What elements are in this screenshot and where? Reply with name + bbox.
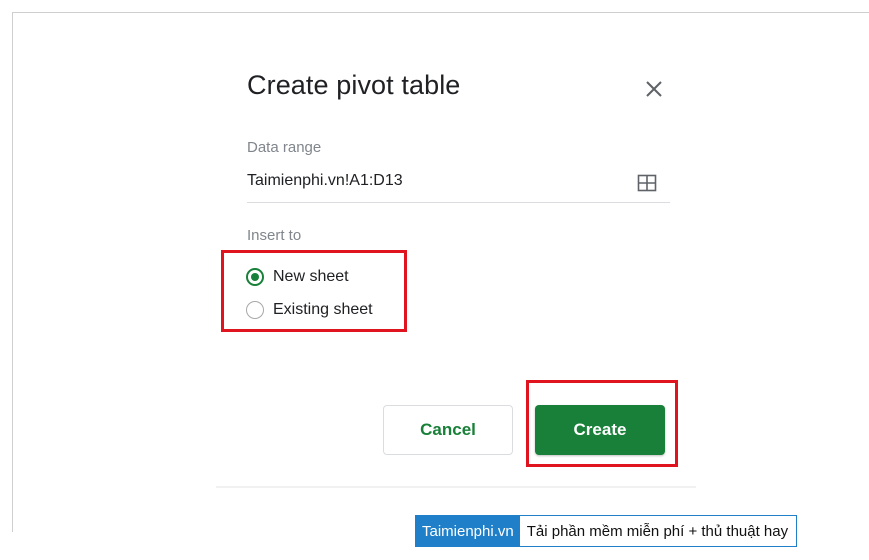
frame-border-left bbox=[12, 12, 13, 532]
insert-to-label: Insert to bbox=[247, 227, 302, 244]
data-range-underline bbox=[247, 202, 670, 203]
create-button[interactable]: Create bbox=[535, 405, 665, 455]
close-button[interactable] bbox=[640, 74, 668, 102]
cancel-button[interactable]: Cancel bbox=[383, 405, 513, 455]
grid-icon bbox=[637, 174, 657, 192]
radio-option-existing-sheet[interactable]: Existing sheet bbox=[246, 299, 373, 321]
watermark-banner: Taimienphi.vn Tải phần mềm miễn phí + th… bbox=[415, 515, 798, 547]
data-range-label: Data range bbox=[247, 139, 322, 156]
dialog-bottom-edge bbox=[216, 486, 696, 488]
radio-label-existing-sheet: Existing sheet bbox=[273, 301, 373, 318]
select-range-button[interactable] bbox=[637, 174, 657, 192]
radio-option-new-sheet[interactable]: New sheet bbox=[246, 266, 349, 288]
screenshot-canvas: Create pivot table Data range Taimienphi… bbox=[0, 0, 869, 560]
close-icon bbox=[646, 81, 662, 97]
radio-button-checked[interactable] bbox=[246, 268, 264, 286]
frame-border-top bbox=[12, 12, 869, 13]
radio-label-new-sheet: New sheet bbox=[273, 268, 349, 285]
watermark-brand: Taimienphi.vn bbox=[416, 516, 520, 546]
watermark-slogan: Tải phần mềm miễn phí + thủ thuật hay bbox=[526, 522, 789, 540]
data-range-input[interactable]: Taimienphi.vn!A1:D13 bbox=[247, 172, 403, 190]
dialog-title: Create pivot table bbox=[247, 70, 461, 100]
radio-button-unchecked[interactable] bbox=[246, 301, 264, 319]
